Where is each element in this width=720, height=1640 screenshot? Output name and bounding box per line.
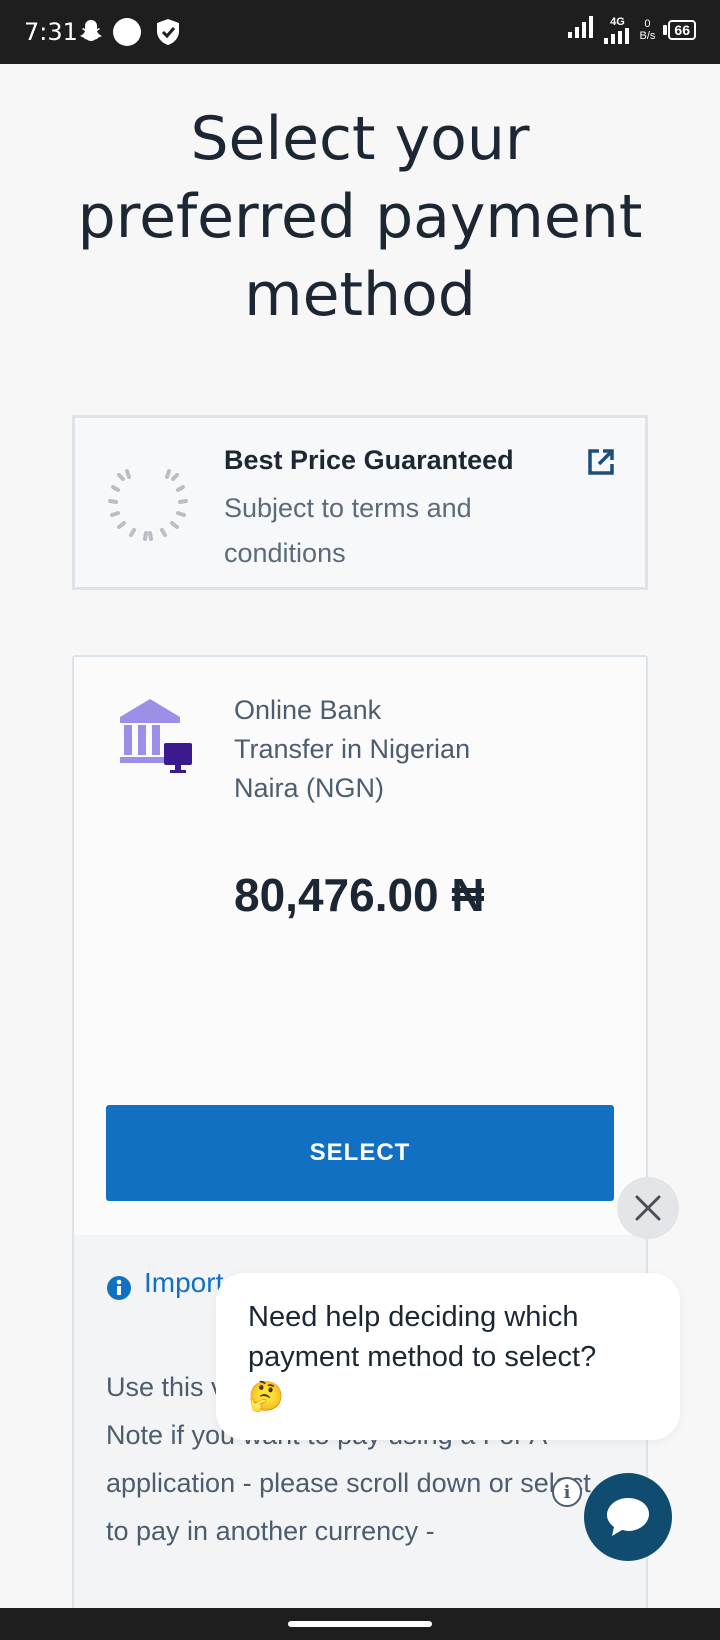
home-gesture-handle[interactable] <box>288 1621 432 1627</box>
data-rate-value: 0 <box>644 17 651 30</box>
signal-icon <box>567 14 596 45</box>
thinking-emoji: 🤔 <box>248 1381 285 1413</box>
close-icon <box>635 1195 661 1221</box>
status-time: 7:31 <box>24 18 78 46</box>
important-link[interactable]: Import <box>144 1267 223 1299</box>
select-button[interactable]: SELECT <box>106 1105 614 1201</box>
system-nav-bar <box>0 1608 720 1640</box>
help-chat-bubble[interactable]: Need help deciding which payment method … <box>216 1273 680 1440</box>
external-link-icon[interactable] <box>587 448 615 481</box>
guarantee-title: Best Price Guaranteed <box>224 445 514 475</box>
bank-icon <box>118 699 194 780</box>
status-right-group: 4G 0 B/s 66 <box>567 14 696 45</box>
close-chat-prompt-button[interactable] <box>617 1177 679 1239</box>
signal-icon-2 <box>603 27 629 44</box>
info-icon <box>106 1275 132 1306</box>
status-bar: 7:31 4G 0 B/s 66 <box>0 0 720 64</box>
chat-icon <box>607 1498 649 1536</box>
help-chat-message: Need help deciding which payment method … <box>248 1301 597 1373</box>
chat-launcher-button[interactable] <box>584 1473 672 1561</box>
payment-amount: 80,476.00 ₦ <box>234 869 485 921</box>
battery-level: 66 <box>668 19 696 40</box>
battery-icon: 66 <box>663 19 696 40</box>
snapchat-icon <box>78 18 104 49</box>
laurel-icon <box>105 463 191 548</box>
page-title: Select your preferred payment method <box>77 104 643 330</box>
small-info-icon[interactable]: i <box>552 1477 582 1507</box>
shield-icon <box>155 18 181 51</box>
circle-notification-icon <box>113 18 141 51</box>
guarantee-subtitle: Subject to terms and conditions <box>224 493 472 568</box>
best-price-banner[interactable]: Best Price Guaranteed Subject to terms a… <box>72 415 648 590</box>
network-type: 4G <box>610 15 625 28</box>
data-rate-unit: B/s <box>639 29 656 42</box>
payment-method-name: Online Bank Transfer in Nigerian Naira (… <box>234 695 471 803</box>
